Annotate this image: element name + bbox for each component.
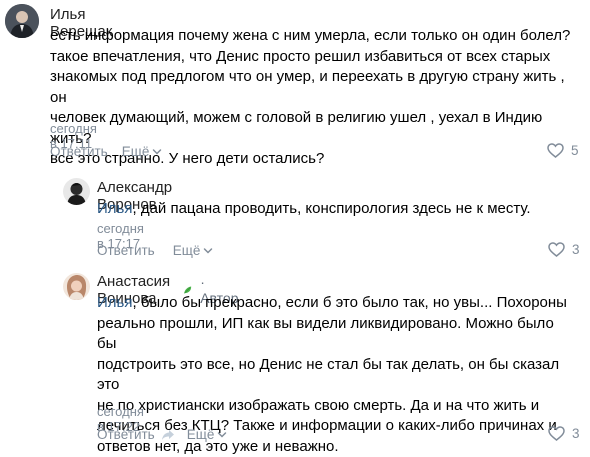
like-count: 3 [572, 426, 580, 441]
comment-actions: Ответить Ещё [50, 144, 162, 159]
reply-button[interactable]: Ответить [97, 243, 155, 258]
more-button[interactable]: Ещё [122, 144, 163, 159]
chevron-down-icon [203, 247, 213, 255]
comment-line: Илья, дай пацана проводить, конспирологи… [97, 199, 577, 220]
mention-link[interactable]: Илья [97, 294, 132, 311]
comment-line: знакомых под предлогом что он умер, и пе… [50, 67, 580, 108]
like-button[interactable]: 5 [547, 143, 579, 158]
avatar[interactable] [63, 178, 90, 205]
more-label: Ещё [187, 427, 215, 442]
like-count: 3 [572, 242, 580, 257]
avatar[interactable] [63, 273, 90, 300]
heart-outline-icon [547, 143, 564, 158]
heart-outline-icon [548, 426, 565, 441]
heart-outline-icon [548, 242, 565, 257]
comment-line: такое впечатления, что Денис просто реши… [50, 47, 580, 68]
chevron-down-icon [152, 148, 162, 156]
comment-text: Илья, дай пацана проводить, конспирологи… [97, 199, 577, 220]
comment-actions: Ответить Ещё [97, 427, 227, 442]
share-arrow-icon[interactable] [161, 429, 175, 441]
mention-link[interactable]: Илья [97, 200, 132, 217]
reply-button[interactable]: Ответить [50, 144, 108, 159]
more-label: Ещё [173, 243, 201, 258]
like-button[interactable]: 3 [548, 242, 580, 257]
like-button[interactable]: 3 [548, 426, 580, 441]
comment-line-text: , дай пацана проводить, конспирология зд… [132, 200, 530, 217]
more-button[interactable]: Ещё [173, 243, 214, 258]
comment-line: не по христиански изображать свою смерть… [97, 396, 577, 417]
chevron-down-icon [217, 431, 227, 439]
comment-actions: Ответить Ещё [97, 243, 213, 258]
reply-button[interactable]: Ответить [97, 427, 155, 442]
like-count: 5 [571, 143, 579, 158]
comment-line: подстроить это все, но Денис не стал бы … [97, 355, 577, 396]
comment-line-text: , было бы прекрасно, если б это было так… [132, 294, 566, 311]
comment-line: есть информация почему жена с ним умерла… [50, 26, 580, 47]
comment-line: реально прошли, ИП как вы видели ликвиди… [97, 314, 577, 355]
avatar[interactable] [5, 4, 39, 38]
comment-line: Илья, было бы прекрасно, если б это было… [97, 293, 577, 314]
more-label: Ещё [122, 144, 150, 159]
comment-line: человек думающий, можем с головой в рели… [50, 108, 580, 149]
more-button[interactable]: Ещё [187, 427, 228, 442]
